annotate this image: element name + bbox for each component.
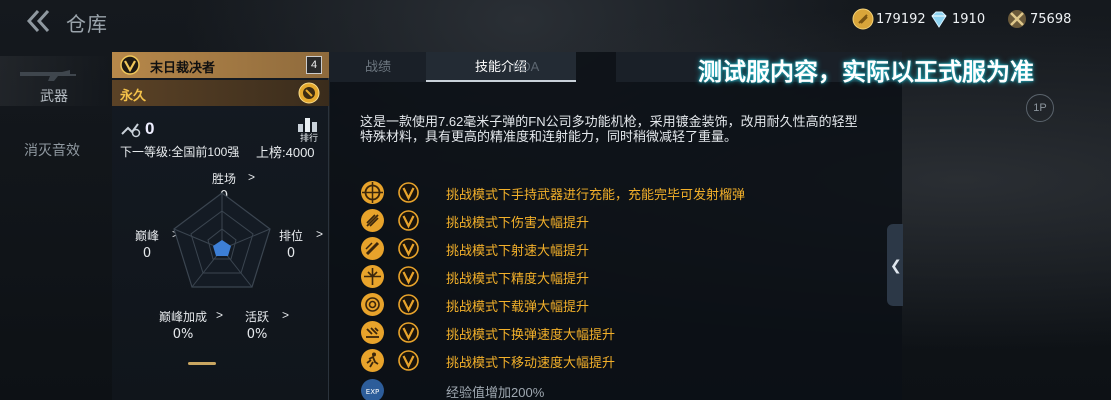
stat-active-label: 活跃 bbox=[244, 310, 269, 324]
nav-kill-effect-label: 消灭音效 bbox=[24, 142, 80, 158]
token-amount: 75698 bbox=[1030, 11, 1072, 27]
skill-text: 挑战模式下移动速度大幅提升 bbox=[446, 355, 616, 370]
stat-peak-label: 巅峰 bbox=[134, 229, 159, 243]
v-rank-badge-icon bbox=[398, 350, 419, 371]
detail-panel: 战绩 技能介绍 KDA 这是一款使用7.62毫米子弹的FN公司多功能机枪，采用镀… bbox=[330, 52, 902, 400]
svg-text:EXP: EXP bbox=[366, 388, 379, 396]
duration-row: 永久 bbox=[112, 80, 329, 106]
rifle-icon bbox=[20, 70, 76, 81]
back-icon[interactable] bbox=[26, 9, 54, 33]
page-title: 仓库 bbox=[66, 14, 108, 36]
stat-ranked-label: 排位 bbox=[278, 229, 303, 243]
nav-weapon-label: 武器 bbox=[40, 88, 68, 104]
nav-kill-effect[interactable]: 消灭音效 bbox=[0, 138, 112, 168]
v-rank-badge-icon bbox=[398, 294, 419, 315]
skill-text: 挑战模式下载弹大幅提升 bbox=[446, 299, 590, 314]
stat-peak-value: 0 bbox=[142, 246, 152, 261]
first-person-view-toggle[interactable]: 1P bbox=[1026, 94, 1054, 122]
page-indicator bbox=[188, 362, 216, 365]
chevron-right-icon: > bbox=[248, 170, 256, 184]
item-duration: 永久 bbox=[120, 88, 147, 103]
item-info-panel: 末日裁决者 4 永久 0 排行 下一等级:全国前100强 上榜:4000 胜场 … bbox=[112, 52, 329, 400]
skill-row: 挑战模式下载弹大幅提升 bbox=[360, 292, 880, 316]
skill-text: 挑战模式下精度大幅提升 bbox=[446, 271, 590, 286]
next-level-text: 下一等级:全国前100强 bbox=[120, 145, 240, 159]
tab-record[interactable]: 战绩 bbox=[330, 52, 426, 82]
kill-count-icon bbox=[121, 123, 141, 138]
stat-peak-bonus-value: 0% bbox=[172, 327, 194, 342]
damage-up-icon bbox=[361, 209, 384, 232]
item-header: 末日裁决者 4 bbox=[112, 52, 329, 78]
magazine-icon bbox=[361, 293, 384, 316]
stat-ranked[interactable]: 排位 > 0 bbox=[274, 227, 323, 261]
grenade-launcher-icon bbox=[361, 181, 384, 204]
stat-wins-label: 胜场 bbox=[211, 172, 236, 186]
skill-text: 挑战模式下换弹速度大幅提升 bbox=[446, 327, 616, 342]
skill-row: EXP 经验值增加200% bbox=[360, 378, 880, 400]
skill-text: 挑战模式下手持武器进行充能，充能完毕可发射榴弹 bbox=[446, 187, 746, 202]
chevron-left-icon: ❮ bbox=[890, 257, 902, 273]
v-rank-badge-icon bbox=[398, 182, 419, 203]
skill-row: 挑战模式下精度大幅提升 bbox=[360, 264, 880, 288]
diamond-amount: 1910 bbox=[952, 11, 986, 27]
server-notice: 测试服内容，实际以正式服为准 bbox=[698, 59, 1034, 86]
stat-peak[interactable]: 巅峰 > 0 bbox=[130, 227, 179, 261]
tab-kda[interactable]: KDA bbox=[486, 52, 566, 82]
move-speed-icon bbox=[361, 349, 384, 372]
collapse-panel-button[interactable]: ❮ bbox=[887, 224, 903, 306]
chevron-right-icon: > bbox=[316, 227, 324, 241]
v-rank-badge-icon bbox=[120, 55, 140, 75]
skill-text: 挑战模式下射速大幅提升 bbox=[446, 243, 590, 258]
accuracy-icon bbox=[361, 265, 384, 288]
item-name: 末日裁决者 bbox=[150, 60, 216, 75]
stat-active[interactable]: 活跃 > 0% bbox=[240, 308, 289, 342]
chevron-right-icon: > bbox=[282, 308, 290, 322]
chevron-right-icon: > bbox=[216, 308, 224, 322]
diamond-icon bbox=[931, 11, 947, 28]
stat-peak-bonus[interactable]: 巅峰加成 > 0% bbox=[154, 308, 223, 342]
gold-coin-icon bbox=[852, 8, 874, 30]
ranking-icon[interactable]: 排行 bbox=[294, 116, 324, 142]
v-rank-badge-icon bbox=[398, 322, 419, 343]
gold-amount: 179192 bbox=[876, 11, 926, 27]
gold-currency[interactable]: 179192 bbox=[852, 8, 926, 30]
skill-row: 挑战模式下手持武器进行充能，充能完毕可发射榴弹 bbox=[360, 180, 880, 204]
infinite-duration-icon bbox=[298, 82, 320, 104]
reload-speed-icon bbox=[361, 321, 384, 344]
fire-rate-icon bbox=[361, 237, 384, 260]
diamond-currency[interactable]: 1910 bbox=[928, 8, 985, 30]
skill-row: 挑战模式下换弹速度大幅提升 bbox=[360, 320, 880, 344]
v-rank-badge-icon bbox=[398, 266, 419, 287]
v-rank-badge-icon bbox=[398, 210, 419, 231]
skill-row: 挑战模式下移动速度大幅提升 bbox=[360, 348, 880, 372]
top-bar: 仓库 179192 1910 75698 bbox=[0, 0, 1111, 42]
stats-radar-chart bbox=[173, 192, 271, 288]
skill-text: 经验值增加200% bbox=[446, 385, 545, 400]
stat-active-value: 0% bbox=[246, 327, 268, 342]
weapon-description: 这是一款使用7.62毫米子弹的FN公司多功能机枪，采用镀金装饰，改用耐久性高的轻… bbox=[360, 114, 858, 144]
stat-peak-bonus-label: 巅峰加成 bbox=[158, 310, 207, 324]
stat-ranked-value: 0 bbox=[286, 246, 296, 261]
token-currency[interactable]: 75698 bbox=[1006, 8, 1071, 30]
skill-text: 挑战模式下伤害大幅提升 bbox=[446, 215, 590, 230]
nav-weapon[interactable]: 武器 bbox=[0, 56, 112, 106]
skill-row: 挑战模式下伤害大幅提升 bbox=[360, 208, 880, 232]
v-rank-badge-icon bbox=[398, 238, 419, 259]
listed-count: 上榜:4000 bbox=[256, 145, 315, 160]
kill-count: 0 bbox=[145, 119, 155, 138]
item-level: 4 bbox=[306, 56, 322, 74]
crossed-swords-icon bbox=[1008, 10, 1026, 28]
skill-row: 挑战模式下射速大幅提升 bbox=[360, 236, 880, 260]
ranking-label: 排行 bbox=[300, 132, 318, 142]
exp-icon: EXP bbox=[361, 379, 384, 400]
left-nav: 武器 消灭音效 bbox=[0, 56, 112, 400]
